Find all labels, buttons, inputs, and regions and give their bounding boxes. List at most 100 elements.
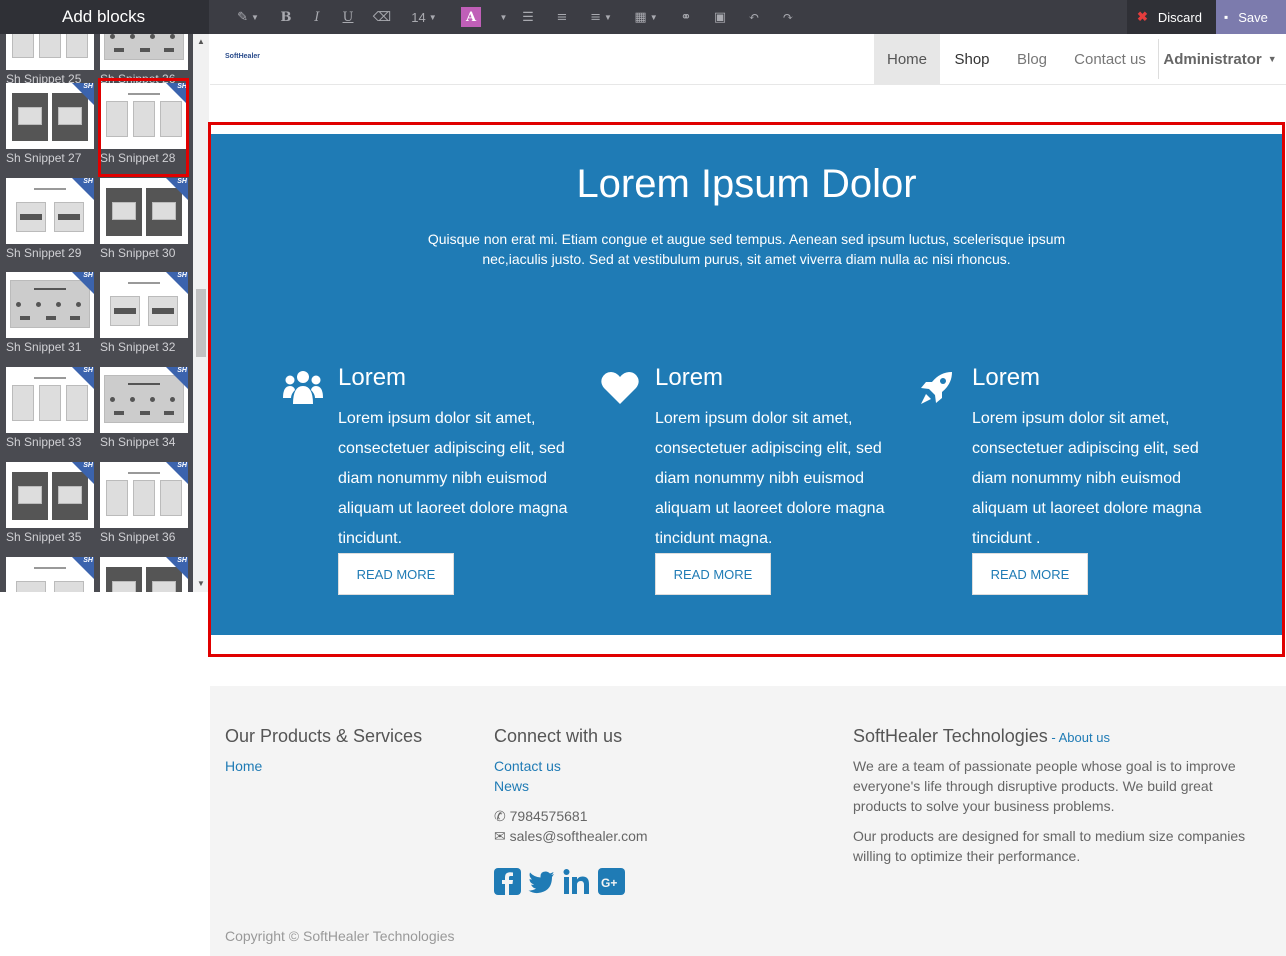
read-more-button[interactable]: READ MORE	[972, 553, 1088, 595]
magic-wand-icon[interactable]: ✎ ▼	[227, 0, 269, 34]
link-icon[interactable]: ⚭	[669, 0, 703, 34]
copyright: Copyright © SoftHealer Technologies	[225, 928, 455, 944]
snippet-thumbnail[interactable]: SH	[6, 34, 94, 70]
footer-phone: ✆ 7984575681	[494, 806, 588, 826]
feature-text: Lorem ipsum dolor sit amet, consectetuer…	[338, 410, 568, 547]
align-icon[interactable]: ≡ ▼	[579, 0, 623, 34]
read-more-button[interactable]: READ MORE	[655, 553, 771, 595]
snippet-thumbnail[interactable]: SH	[100, 557, 188, 592]
snippet-thumbnail[interactable]: SH	[100, 34, 188, 70]
table-icon[interactable]: ▦ ▼	[623, 0, 669, 34]
feature-heading: Lorem	[972, 364, 1041, 391]
company-title: SoftHealer Technologies - About us	[853, 726, 1110, 747]
close-icon: ✖	[1137, 9, 1148, 24]
nav-divider	[1158, 39, 1159, 79]
snippet-label: Sh Snippet 27	[6, 151, 82, 165]
floppy-icon: ▪	[1224, 10, 1229, 24]
badge-text: SH	[83, 272, 93, 279]
heart-icon	[601, 372, 639, 404]
scroll-up-icon[interactable]: ▲	[197, 37, 205, 46]
connect-title: Connect with us	[494, 726, 623, 746]
snippet-panel: SHSh Snippet 25SHSh Snippet 26SHSh Snipp…	[0, 34, 209, 592]
company-description-2: Our products are designed for small to m…	[853, 828, 1246, 864]
svg-text:G+: G+	[601, 876, 617, 890]
snippet-thumbnail[interactable]: SH	[6, 272, 94, 338]
snippet-thumbnail[interactable]: SH	[100, 272, 188, 338]
phone-number: 7984575681	[509, 808, 588, 824]
discard-button[interactable]: ✖ Discard	[1127, 0, 1216, 34]
badge-text: SH	[177, 272, 187, 279]
badge-text: SH	[177, 462, 187, 469]
ordered-list-icon[interactable]: ≡	[545, 0, 579, 34]
editor-toolbar: Add blocks ✎ ▼ B I U ⌫ 14 ▼ A ▼ ☰ ≡ ≡ ▼ ▦ ▼ …	[0, 0, 1286, 34]
snippet-thumbnail[interactable]: SH	[100, 462, 188, 528]
envelope-icon: ✉	[494, 828, 510, 844]
hero-intro: Quisque non erat mi. Etiam congue et aug…	[427, 231, 1066, 267]
snippet-thumbnail[interactable]: SH	[6, 462, 94, 528]
scrollbar-thumb[interactable]	[196, 289, 206, 357]
google-plus-icon[interactable]: G+	[598, 868, 625, 895]
scroll-down-icon[interactable]: ▼	[197, 579, 205, 588]
site-footer: Our Products & Services Home Connect wit…	[210, 686, 1286, 956]
badge-text: SH	[177, 557, 187, 564]
about-us-link[interactable]: About us	[1059, 730, 1110, 745]
linkedin-icon[interactable]	[563, 868, 590, 895]
snippet-thumbnail[interactable]: SH	[6, 83, 94, 149]
snippet-thumbnail[interactable]: SH	[100, 367, 188, 433]
site-logo[interactable]: SoftHealer	[225, 53, 260, 60]
snippet-label: Sh Snippet 34	[100, 435, 176, 449]
nav-home[interactable]: Home	[874, 34, 940, 84]
hero-section[interactable]: Lorem Ipsum Dolor Quisque non erat mi. E…	[211, 134, 1282, 635]
sidebar-scrollbar[interactable]: ▲ ▼	[193, 34, 209, 592]
products-title: Our Products & Services	[225, 726, 423, 746]
picture-icon[interactable]: ▣	[703, 0, 737, 34]
snippet-label: Sh Snippet 33	[6, 435, 82, 449]
caret-down-icon: ▼	[1267, 54, 1277, 64]
feature-text: Lorem ipsum dolor sit amet, consectetuer…	[655, 410, 885, 547]
font-color-button[interactable]: A	[449, 0, 493, 34]
unordered-list-icon[interactable]: ☰	[511, 0, 545, 34]
bold-button[interactable]: B	[269, 0, 303, 34]
discard-label: Discard	[1157, 9, 1202, 25]
nav-contact[interactable]: Contact us	[1060, 34, 1160, 84]
underline-button[interactable]: U	[331, 0, 365, 34]
company-separator: -	[1047, 730, 1059, 745]
save-label: Save	[1238, 9, 1268, 25]
undo-icon[interactable]: ↶	[737, 0, 771, 34]
badge-text: SH	[83, 462, 93, 469]
snippet-thumbnail[interactable]: SH	[6, 178, 94, 244]
rocket-icon	[921, 372, 952, 404]
read-more-button[interactable]: READ MORE	[338, 553, 454, 595]
eraser-icon[interactable]: ⌫	[365, 0, 399, 34]
feature-text: Lorem ipsum dolor sit amet, consectetuer…	[972, 410, 1202, 547]
snippet-thumbnail[interactable]: SH	[6, 557, 94, 592]
badge-text: SH	[83, 83, 93, 90]
badge-text: SH	[83, 178, 93, 185]
facebook-icon[interactable]	[494, 868, 521, 895]
footer-link-contact[interactable]: Contact us	[494, 758, 561, 774]
save-button[interactable]: ▪ Save	[1216, 0, 1286, 34]
snippet-label: Sh Snippet 31	[6, 340, 82, 354]
site-navbar: SoftHealer Home Shop Blog Contact us Adm…	[210, 34, 1286, 85]
twitter-icon[interactable]	[528, 868, 555, 895]
hero-title: Lorem Ipsum Dolor	[576, 162, 917, 206]
redo-icon[interactable]: ↷	[771, 0, 805, 34]
font-color-dropdown-icon[interactable]: ▼	[493, 0, 511, 34]
nav-shop[interactable]: Shop	[940, 34, 1004, 84]
company-name: SoftHealer Technologies	[853, 726, 1048, 746]
nav-blog[interactable]: Blog	[1004, 34, 1060, 84]
snippet-label: Sh Snippet 29	[6, 246, 82, 260]
italic-button[interactable]: I	[303, 0, 331, 34]
users-icon	[283, 371, 323, 404]
footer-link-news[interactable]: News	[494, 778, 529, 794]
feature-heading: Lorem	[338, 364, 407, 391]
company-description: We are a team of passionate people whose…	[853, 758, 1236, 814]
snippet-label: Sh Snippet 32	[100, 340, 176, 354]
footer-link-home[interactable]: Home	[225, 758, 262, 774]
snippet-thumbnail[interactable]: SH	[100, 178, 188, 244]
snippet-thumbnail[interactable]: SH	[6, 367, 94, 433]
font-size-dropdown[interactable]: 14 ▼	[399, 0, 449, 34]
badge-text: SH	[177, 178, 187, 185]
nav-user-menu[interactable]: Administrator ▼	[1163, 34, 1277, 84]
user-name: Administrator	[1163, 50, 1262, 68]
